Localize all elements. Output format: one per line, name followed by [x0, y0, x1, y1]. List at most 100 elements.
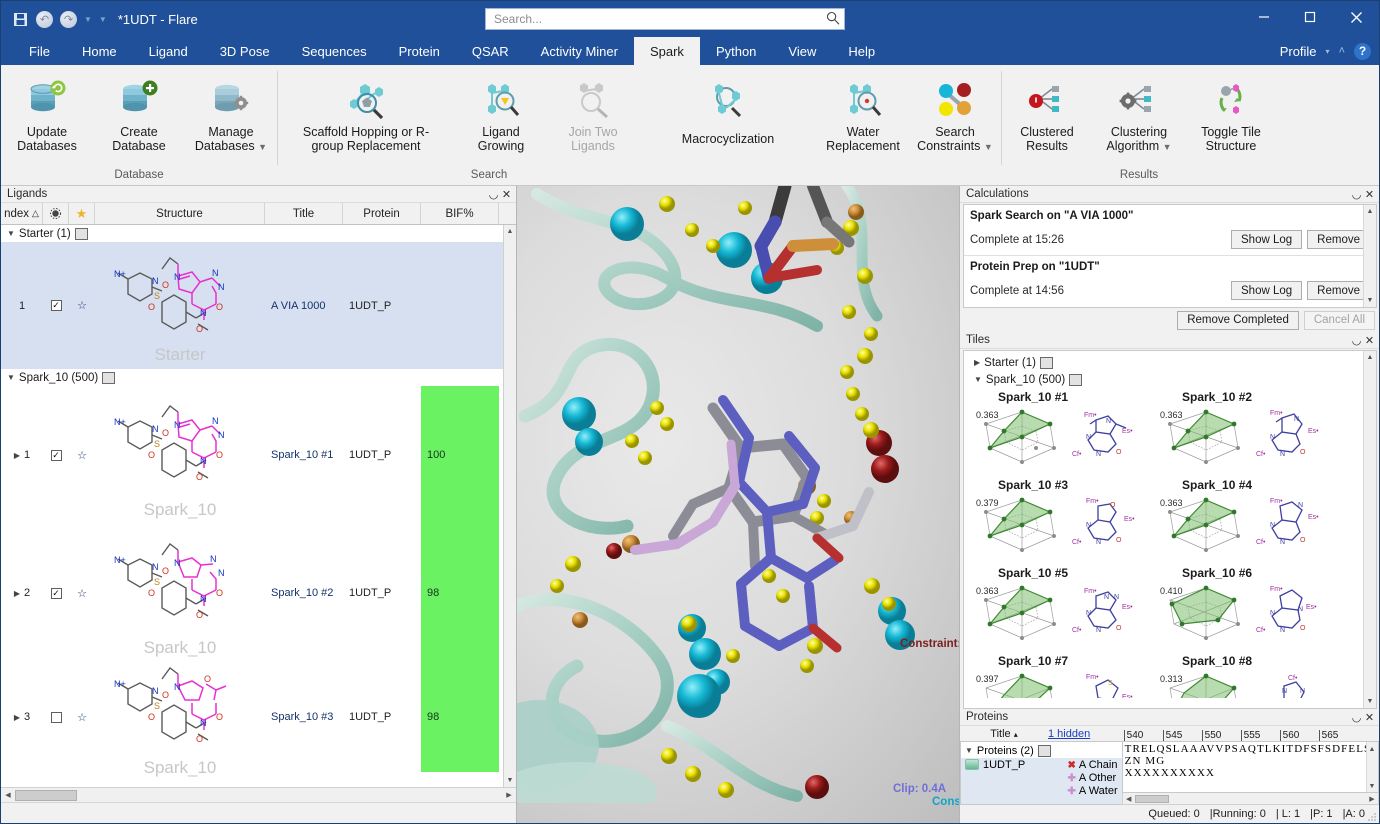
clustered-results-button[interactable]: Clustered Results — [1001, 69, 1093, 153]
remove-completed-button[interactable]: Remove Completed — [1177, 310, 1299, 330]
calculations-scrollbar[interactable]: ▲ ▼ — [1363, 205, 1376, 307]
3d-viewer[interactable]: Constraint: Const Clip: 0.4A — [517, 186, 959, 823]
plus-icon[interactable]: ✚ — [1068, 773, 1076, 784]
clustering-algorithm-button[interactable]: Clustering Algorithm ▼ — [1093, 69, 1185, 154]
profile-chevron-down-icon[interactable]: ▾ — [1326, 47, 1330, 56]
scroll-down-icon[interactable]: ▼ — [504, 774, 516, 787]
tiles-content[interactable]: ▶ Starter (1) ▼ Spark_10 (500) Spark_10 … — [963, 350, 1377, 709]
tab-ligand[interactable]: Ligand — [133, 37, 204, 65]
manage-databases-button[interactable]: Manage Databases ▼ — [185, 69, 277, 154]
scroll-up-icon[interactable]: ▲ — [1364, 351, 1376, 364]
join-two-ligands-button[interactable]: Join Two Ligands — [547, 69, 639, 153]
help-icon[interactable]: ? — [1354, 42, 1371, 60]
protein-row[interactable]: 1UDT_P ✖ A Chain ✚ A Other ✚ A Water — [961, 758, 1122, 804]
column-header-protein[interactable]: Protein — [343, 203, 421, 224]
scroll-right-icon[interactable]: ▶ — [1366, 793, 1378, 804]
row-star-icon[interactable]: ☆ — [69, 242, 95, 369]
ligands-vertical-scrollbar[interactable]: ▲ ▼ — [503, 225, 516, 787]
table-row[interactable]: 1 ✓ ☆ N+ N S O O O N N N N O Starter A V… — [1, 242, 516, 369]
scroll-right-icon[interactable]: ▶ — [502, 788, 516, 802]
proteins-tree[interactable]: ▼ Proteins (2) 1UDT_P ✖ A Chain ✚ A Othe… — [960, 741, 1122, 805]
scroll-up-icon[interactable]: ▲ — [1367, 742, 1378, 755]
expand-triangle-icon[interactable]: ▶ — [974, 358, 980, 367]
manage-databases-chevron-down-icon[interactable]: ▼ — [258, 142, 267, 152]
table-row[interactable]: ▶ 1 ✓ ☆ N+ N S O O O N N N N O Spark_10 … — [1, 386, 516, 524]
tile[interactable]: Spark_10 #3 0.379 Fm• Es• Cf• O N N O — [974, 476, 1158, 564]
proteins-col-title[interactable]: Title ▴ — [960, 728, 1048, 740]
group-grid-icon[interactable] — [74, 227, 88, 240]
scroll-up-icon[interactable]: ▲ — [504, 225, 516, 238]
search-constraints-chevron-down-icon[interactable]: ▼ — [984, 142, 993, 152]
row-structure[interactable]: N+ N SO OO NN NN O Spark_10 — [95, 524, 265, 662]
tiles-float-icon[interactable]: ◡ — [1350, 334, 1363, 347]
tile[interactable]: Spark_10 #6 0.410 Fm• Es• Cf• N N N O — [1158, 564, 1342, 652]
save-icon[interactable] — [11, 10, 29, 28]
tab-view[interactable]: View — [772, 37, 832, 65]
tab-spark[interactable]: Spark — [633, 37, 700, 65]
ligands-horizontal-scrollbar[interactable]: ◀ ▶ — [1, 787, 516, 802]
tab-qsar[interactable]: QSAR — [456, 37, 525, 65]
cancel-all-button[interactable]: Cancel All — [1303, 310, 1375, 330]
row-expand-icon[interactable]: ▶ — [14, 713, 20, 722]
row-structure[interactable]: N+ N S O O O N N N N O Starter — [95, 242, 265, 369]
sequence-box[interactable]: TRELQSLAAAVVPSAQTLKITDFSFSDFELSI ZN MG X… — [1121, 741, 1379, 793]
tile[interactable]: Spark_10 #1 0.363 Fm• Es• Cf• N N N O — [974, 388, 1158, 476]
row-checkbox[interactable] — [43, 662, 69, 772]
row-checkbox[interactable]: ✓ — [43, 242, 69, 369]
tab-file[interactable]: File — [13, 37, 66, 65]
row-structure[interactable]: N+ N SO OO NO NO Spark_10 — [95, 662, 265, 777]
group-grid-icon[interactable] — [1037, 744, 1051, 757]
water-replacement-button[interactable]: Water Replacement — [817, 69, 909, 153]
scaffold-hopping-button[interactable]: Scaffold Hopping or R-group Replacement — [277, 69, 455, 153]
column-header-index[interactable]: ndex △ — [1, 203, 43, 224]
profile-label[interactable]: Profile — [1280, 44, 1317, 59]
group-grid-icon[interactable] — [102, 371, 116, 384]
sequence-vertical-scrollbar[interactable]: ▲ ▼ — [1366, 742, 1378, 792]
expand-triangle-icon[interactable]: ▼ — [965, 746, 973, 755]
group-row-starter[interactable]: ▼ Starter (1) — [1, 225, 516, 242]
update-databases-button[interactable]: Update Databases — [1, 69, 93, 153]
expand-triangle-icon[interactable]: ▼ — [7, 229, 15, 238]
search-icon[interactable] — [826, 11, 840, 28]
tab-activity-miner[interactable]: Activity Miner — [525, 37, 634, 65]
column-header-star[interactable]: ★ — [69, 203, 95, 224]
row-expand-icon[interactable]: ▶ — [14, 589, 20, 598]
group-grid-icon[interactable] — [1069, 373, 1083, 386]
maximize-button[interactable] — [1287, 1, 1333, 33]
tab-home[interactable]: Home — [66, 37, 133, 65]
row-checkbox[interactable]: ✓ — [43, 386, 69, 524]
undo-icon[interactable]: ↶ — [36, 10, 53, 28]
proteins-float-icon[interactable]: ◡ — [1350, 711, 1363, 724]
tile[interactable]: Spark_10 #2 0.363 Fm• Es• Cf• N N N O — [1158, 388, 1342, 476]
chevron-down-icon[interactable]: ▼ — [84, 15, 92, 24]
minimize-button[interactable] — [1241, 1, 1287, 33]
scroll-down-icon[interactable]: ▼ — [1367, 779, 1378, 792]
column-header-bif[interactable]: BIF% — [421, 203, 499, 224]
scroll-up-icon[interactable]: ▲ — [1364, 205, 1376, 218]
row-structure[interactable]: N+ N SO OO NN NN O Spark_10 — [95, 386, 265, 524]
hidden-count-link[interactable]: 1 hidden — [1048, 728, 1090, 740]
tile[interactable]: Spark_10 #8 0.313 Cf• N N — [1158, 652, 1342, 698]
show-log-button[interactable]: Show Log — [1231, 230, 1303, 249]
column-header-visibility[interactable] — [43, 203, 69, 224]
table-row[interactable]: ▶ 2 ✓ ☆ N+ N S O O O N N N N O Spark_10 … — [1, 524, 516, 662]
h-scroll-thumb[interactable] — [1134, 794, 1169, 803]
remove-button[interactable]: Remove — [1307, 281, 1370, 300]
show-log-button[interactable]: Show Log — [1231, 281, 1303, 300]
expand-triangle-icon[interactable]: ▼ — [974, 375, 982, 384]
create-database-button[interactable]: Create Database — [93, 69, 185, 153]
tab-help[interactable]: Help — [832, 37, 891, 65]
ligands-panel-float-icon[interactable]: ◡ — [487, 188, 500, 201]
clustering-algorithm-chevron-down-icon[interactable]: ▼ — [1163, 142, 1172, 152]
row-star-icon[interactable]: ☆ — [69, 662, 95, 772]
sequence-horizontal-scrollbar[interactable]: ◀ ▶ — [1121, 793, 1379, 805]
tiles-close-icon[interactable]: ✕ — [1363, 334, 1376, 347]
macrocyclization-button[interactable]: Macrocyclization — [639, 69, 817, 146]
scroll-down-icon[interactable]: ▼ — [1364, 695, 1376, 708]
tiles-scrollbar[interactable]: ▲ ▼ — [1363, 351, 1376, 708]
tiles-group-starter[interactable]: ▶ Starter (1) — [970, 354, 1376, 371]
search-input[interactable]: Search... — [485, 8, 845, 30]
expand-triangle-icon[interactable]: ▼ — [7, 373, 15, 382]
tiles-group-spark10[interactable]: ▼ Spark_10 (500) — [970, 371, 1376, 388]
proteins-close-icon[interactable]: ✕ — [1363, 711, 1376, 724]
